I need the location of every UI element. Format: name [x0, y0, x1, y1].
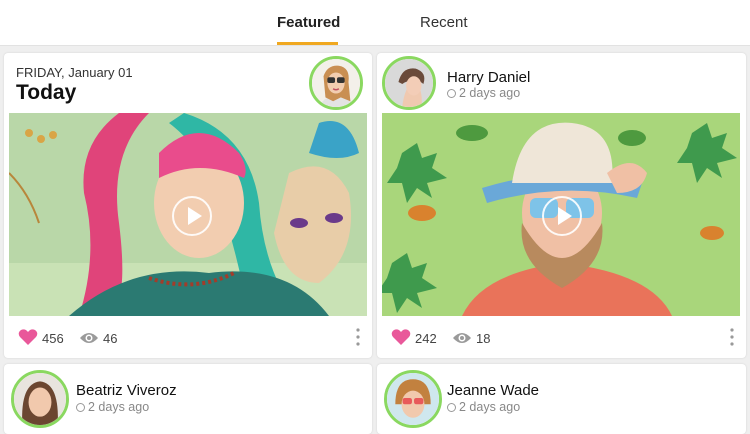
- artwork-image[interactable]: [382, 113, 740, 316]
- heart-icon[interactable]: [391, 328, 411, 346]
- active-tab-indicator: [277, 42, 338, 45]
- card-actions: 456 46: [4, 324, 372, 352]
- post-time: 2 days ago: [76, 400, 149, 414]
- likes-count: 456: [42, 331, 64, 346]
- more-icon[interactable]: [730, 328, 734, 346]
- avatar[interactable]: [309, 56, 363, 110]
- post-time-text: 2 days ago: [459, 86, 521, 100]
- likes-count: 242: [415, 331, 437, 346]
- play-icon[interactable]: [172, 196, 212, 236]
- play-icon[interactable]: [542, 196, 582, 236]
- artwork-card-harry-daniel[interactable]: Harry Daniel 2 days ago 242 18: [377, 53, 746, 358]
- top-tab-bar: Featured Recent: [0, 0, 750, 46]
- author-name[interactable]: Beatriz Viveroz: [76, 382, 177, 399]
- artwork-image[interactable]: [9, 113, 367, 316]
- avatar[interactable]: [384, 370, 442, 428]
- views-count: 18: [476, 331, 491, 346]
- author-name[interactable]: Harry Daniel: [447, 69, 530, 86]
- clock-icon: [447, 89, 456, 98]
- clock-icon: [447, 403, 456, 412]
- featured-card-today[interactable]: FRIDAY, January 01 Today 456 46: [4, 53, 372, 358]
- views-count: 46: [103, 331, 118, 346]
- tab-featured[interactable]: Featured: [277, 14, 340, 31]
- eye-icon: [453, 333, 471, 343]
- artwork-card-beatriz-viveroz[interactable]: Beatriz Viveroz 2 days ago: [4, 364, 372, 434]
- eye-icon: [80, 333, 98, 343]
- post-time: 2 days ago: [447, 400, 520, 414]
- author-name[interactable]: Jeanne Wade: [447, 382, 539, 399]
- card-title: Today: [16, 81, 77, 104]
- more-icon[interactable]: [356, 328, 360, 346]
- post-time: 2 days ago: [447, 86, 520, 100]
- card-date: FRIDAY, January 01: [16, 65, 133, 80]
- artwork-card-jeanne-wade[interactable]: Jeanne Wade 2 days ago: [377, 364, 746, 434]
- post-time-text: 2 days ago: [88, 400, 150, 414]
- post-time-text: 2 days ago: [459, 400, 521, 414]
- card-actions: 242 18: [377, 324, 746, 352]
- avatar[interactable]: [11, 370, 69, 428]
- avatar[interactable]: [382, 56, 436, 110]
- heart-icon[interactable]: [18, 328, 38, 346]
- tab-recent[interactable]: Recent: [420, 14, 468, 31]
- clock-icon: [76, 403, 85, 412]
